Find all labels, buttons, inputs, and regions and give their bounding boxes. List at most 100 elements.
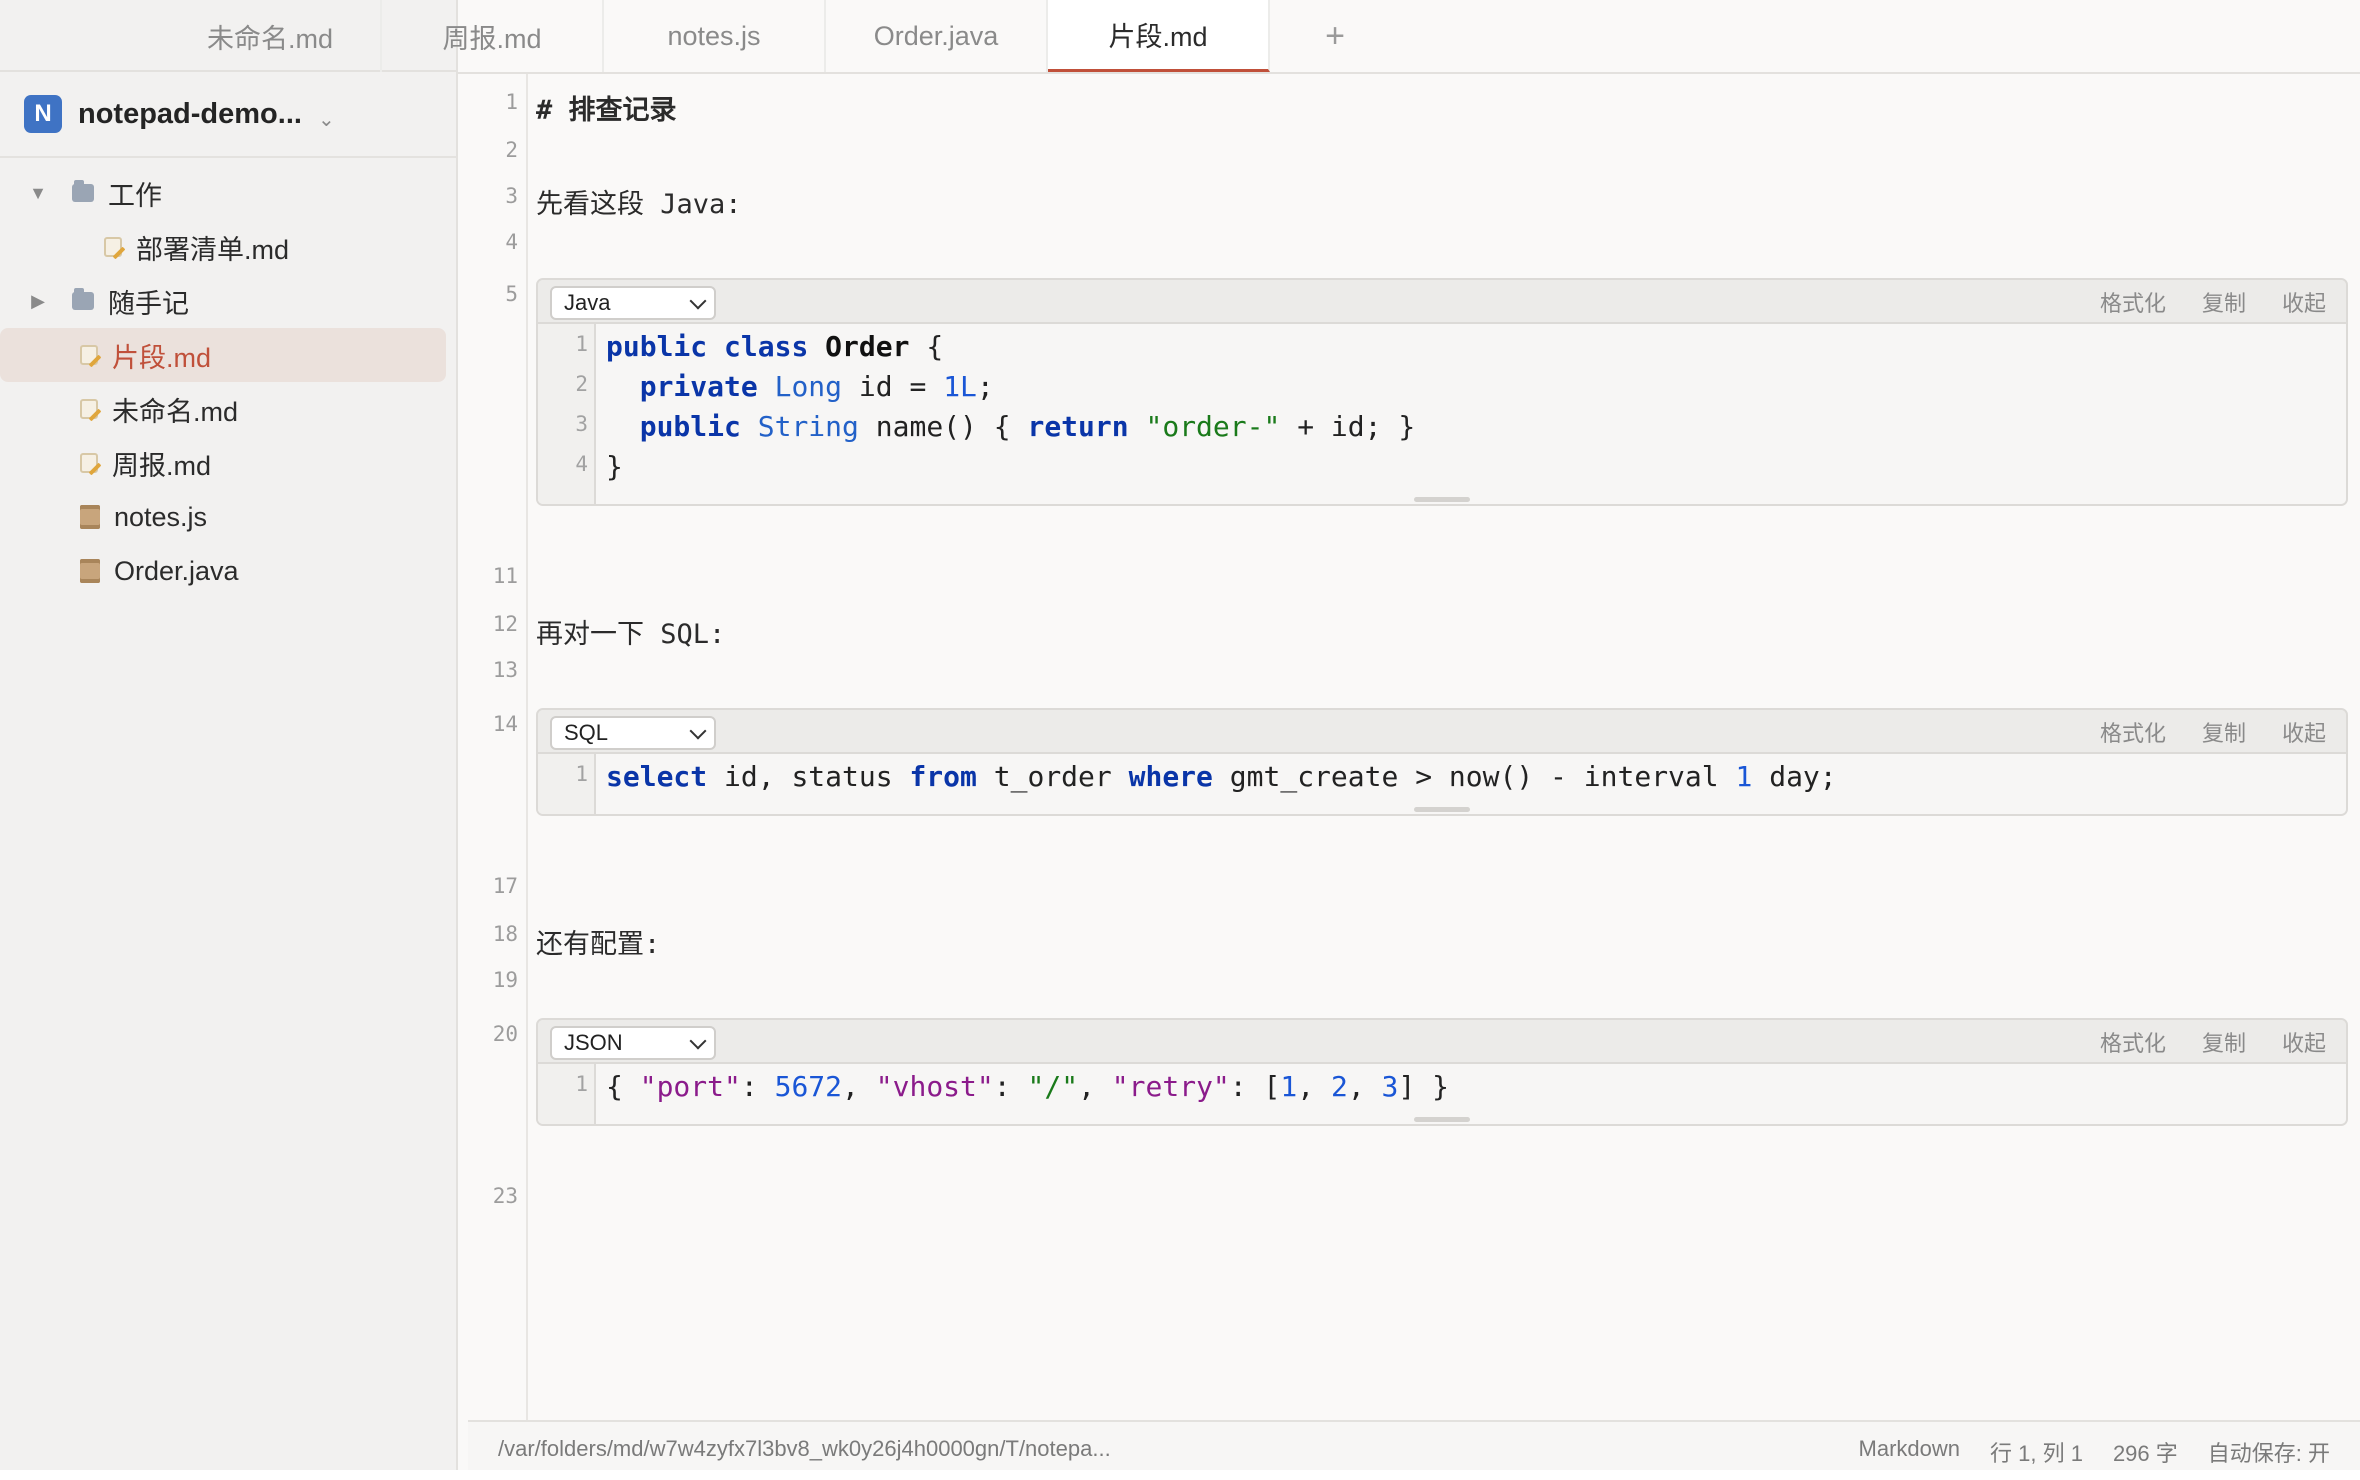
note-icon: [80, 399, 98, 419]
code-block-body[interactable]: 1 { "port": 5672, "vhost": "/", "retry":…: [538, 1064, 2346, 1124]
collapse-button[interactable]: 收起: [2282, 286, 2326, 318]
tree-item-label: 工作: [108, 180, 162, 211]
language-select-value: SQL: [564, 720, 609, 745]
tree-item-label: notes.js: [114, 501, 208, 532]
code-block-actions: 格式化 复制 收起: [2100, 280, 2326, 324]
code-token: {: [909, 330, 944, 363]
code-token: 1: [1735, 760, 1753, 793]
folder-icon: [72, 288, 94, 310]
paragraph-text: 先看这段 Java:: [536, 189, 742, 220]
collapse-button[interactable]: 收起: [2282, 716, 2326, 748]
language-select-value: Java: [564, 290, 611, 315]
tree-item-label: 未命名.md: [112, 396, 239, 427]
note-icon: [80, 453, 98, 473]
tab-order-java[interactable]: Order.java: [826, 0, 1048, 72]
code-line-number: 4: [575, 452, 588, 476]
code-token: public: [606, 330, 708, 363]
code-file-icon: [80, 559, 100, 583]
workspace-switcher[interactable]: N notepad-demo... ⌄: [0, 72, 456, 158]
tree-folder-scratch[interactable]: ▶ 随手记: [0, 274, 456, 328]
collapse-button[interactable]: 收起: [2282, 1026, 2326, 1058]
app-window: N notepad-demo... ⌄ ▼ 工作 部署清单.md ▶ 随手记 片…: [0, 0, 2360, 1480]
code-block-actions: 格式化 复制 收起: [2100, 1020, 2326, 1064]
tab-weekly[interactable]: 周报.md: [382, 0, 604, 72]
tree-item-order-java[interactable]: Order.java: [0, 544, 456, 598]
code-token: id =: [842, 370, 944, 403]
copy-button[interactable]: 复制: [2202, 1026, 2246, 1058]
code-token: class: [724, 330, 809, 363]
code-line: public class Order {: [606, 330, 943, 363]
tree-item-snippets[interactable]: 片段.md: [0, 328, 446, 382]
code-token: String: [757, 410, 859, 443]
language-select[interactable]: SQL: [550, 716, 716, 750]
code-line: private Long id = 1L;: [606, 370, 994, 403]
code-token: 3: [1381, 1070, 1399, 1103]
code-line-number: 2: [575, 372, 588, 396]
tree-item-notes-js[interactable]: notes.js: [0, 490, 456, 544]
format-button[interactable]: 格式化: [2100, 1026, 2166, 1058]
tab-snippets[interactable]: 片段.md: [1048, 0, 1270, 72]
chevron-down-icon[interactable]: ⌄: [318, 107, 335, 132]
code-block-json[interactable]: JSON 格式化 复制 收起 1 { "port": 5672, "vhost"…: [536, 1018, 2348, 1126]
code-block-toolbar: SQL 格式化 复制 收起: [538, 710, 2346, 754]
copy-button[interactable]: 复制: [2202, 716, 2246, 748]
code-token: public: [639, 410, 741, 443]
code-token: ,: [842, 1070, 876, 1103]
tab-untitled[interactable]: 未命名.md: [160, 0, 382, 72]
format-button[interactable]: 格式化: [2100, 716, 2166, 748]
code-block-sql[interactable]: SQL 格式化 复制 收起 1 select id, status from t…: [536, 708, 2348, 816]
tree-item-label: Order.java: [114, 555, 239, 586]
tree-folder-work[interactable]: ▼ 工作: [0, 166, 456, 220]
language-select-value: JSON: [564, 1030, 623, 1055]
code-token: name() {: [858, 410, 1028, 443]
code-block-toolbar: Java 格式化 复制 收起: [538, 280, 2346, 324]
code-block-body[interactable]: 1 select id, status from t_order where g…: [538, 754, 2346, 814]
resize-handle[interactable]: [1414, 1117, 1470, 1122]
editor[interactable]: 1 2 3 4 5 11 12 13 14 17 18 19 20 23 # 排…: [460, 74, 2360, 1420]
format-button[interactable]: 格式化: [2100, 286, 2166, 318]
line-number: 23: [492, 1184, 518, 1208]
tab-notes-js[interactable]: notes.js: [604, 0, 826, 72]
code-line: }: [606, 450, 623, 483]
workspace-name: notepad-demo...: [78, 97, 302, 130]
autosave-toggle[interactable]: 自动保存: 开: [2208, 1436, 2330, 1468]
language-mode[interactable]: Markdown: [1859, 1436, 1960, 1468]
status-items: Markdown 行 1, 列 1 296 字 自动保存: 开: [1859, 1436, 2330, 1468]
code-token: ;: [976, 370, 994, 403]
copy-button[interactable]: 复制: [2202, 286, 2246, 318]
code-token: Order: [825, 330, 910, 363]
code-token: t_order: [976, 760, 1129, 793]
new-tab-button[interactable]: +: [1270, 0, 1400, 72]
tree-item-weekly[interactable]: 周报.md: [0, 436, 456, 490]
tree-item-deploy-list[interactable]: 部署清单.md: [0, 220, 456, 274]
tree-item-untitled[interactable]: 未命名.md: [0, 382, 456, 436]
code-file-icon: [80, 505, 100, 529]
caret-right-icon[interactable]: ▶: [28, 291, 48, 312]
line-number: 17: [492, 874, 518, 898]
sidebar: N notepad-demo... ⌄ ▼ 工作 部署清单.md ▶ 随手记 片…: [0, 0, 458, 1470]
caret-down-icon[interactable]: ▼: [28, 183, 48, 204]
resize-handle[interactable]: [1414, 807, 1470, 812]
code-line-number: 1: [575, 332, 588, 356]
code-token: "/": [1027, 1070, 1079, 1103]
code-token: 2: [1330, 1070, 1348, 1103]
language-select[interactable]: JSON: [550, 1026, 716, 1060]
language-select[interactable]: Java: [550, 286, 716, 320]
code-token: private: [639, 370, 758, 403]
markdown-heading: # 排查记录: [536, 95, 677, 126]
line-number: 3: [505, 184, 518, 208]
code-block-gutter: 1: [538, 1064, 596, 1124]
code-block-java[interactable]: Java 格式化 复制 收起 1 2 3 4 public class Orde…: [536, 278, 2348, 506]
line-number: 1: [505, 90, 518, 114]
code-block-actions: 格式化 复制 收起: [2100, 710, 2326, 754]
line-number: 12: [492, 612, 518, 636]
resize-handle[interactable]: [1414, 497, 1470, 502]
code-token: ] }: [1398, 1070, 1449, 1103]
code-token: }: [606, 450, 623, 483]
window-bottom-edge: [0, 1470, 2360, 1480]
code-block-body[interactable]: 1 2 3 4 public class Order { private Lon…: [538, 324, 2346, 504]
code-token: ,: [1347, 1070, 1382, 1103]
